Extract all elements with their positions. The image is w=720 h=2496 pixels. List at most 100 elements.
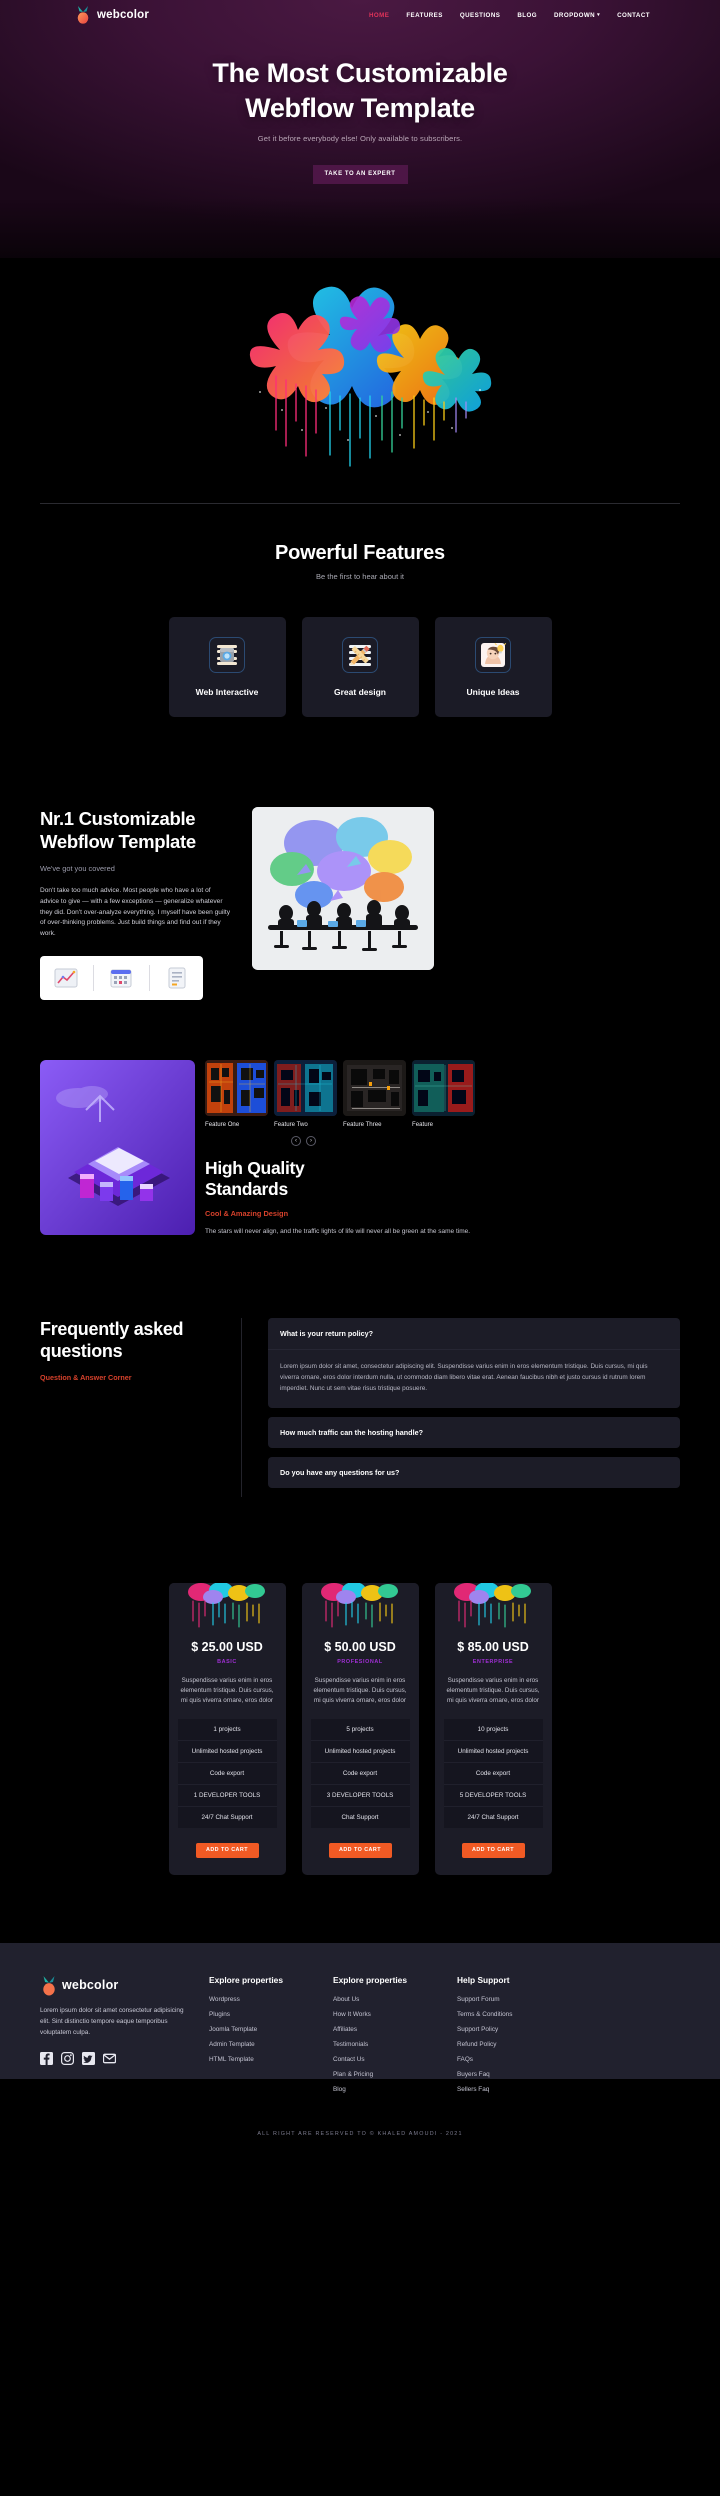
feature-card-web-interactive[interactable]: Web Interactive <box>168 617 286 717</box>
footer-link[interactable]: Refund Policy <box>457 2041 557 2048</box>
footer-column-title: Explore properties <box>333 1975 408 1986</box>
feature-tile[interactable]: Feature Two <box>274 1059 337 1128</box>
feature-tile-caption: Feature One <box>205 1120 240 1128</box>
feature-card-unique-ideas[interactable]: Unique Ideas <box>434 617 552 717</box>
footer-link[interactable]: Contact Us <box>333 2056 433 2063</box>
feature-tile[interactable]: Feature <box>412 1059 475 1128</box>
site-footer: webcolor Lorem ipsum dolor sit amet cons… <box>0 1943 720 2137</box>
twitter-icon[interactable] <box>82 2051 95 2065</box>
add-to-cart-button[interactable]: ADD TO CART <box>328 1843 392 1859</box>
price-feature-list: 10 projects Unlimited hosted projects Co… <box>443 1719 543 1829</box>
footer-link[interactable]: Joomla Template <box>209 2026 309 2033</box>
carousel-next-button[interactable]: › <box>306 1135 316 1146</box>
features-subtitle: Be the first to hear about it <box>316 572 404 581</box>
faq-heading-column: Frequently asked questions Question & An… <box>40 1318 215 1497</box>
circuit-board-teal-image <box>412 1059 475 1116</box>
hero-section: webcolor HOME FEATURES QUESTIONS BLOG DR… <box>0 0 720 258</box>
footer-link[interactable]: Support Forum <box>457 1996 557 2003</box>
price-feature: Code export <box>310 1763 410 1786</box>
faq-section: Frequently asked questions Question & An… <box>0 1237 720 1497</box>
footer-link[interactable]: Blog <box>333 2086 433 2093</box>
hero-splash-artwork <box>0 258 720 503</box>
feature-tile[interactable]: Feature One <box>205 1059 268 1128</box>
footer-description: Lorem ipsum dolor sit amet consectetur a… <box>40 2007 184 2036</box>
nav-link-questions[interactable]: QUESTIONS <box>460 12 501 19</box>
hero-cta-button[interactable]: TAKE TO AN EXPERT <box>312 165 408 185</box>
footer-link[interactable]: About Us <box>333 1996 433 2003</box>
brand[interactable]: webcolor <box>75 5 149 25</box>
price-feature: 24/7 Chat Support <box>443 1807 543 1829</box>
price-amount: $ 25.00 USD <box>191 1639 263 1654</box>
price-feature: Unlimited hosted projects <box>310 1741 410 1764</box>
footer-link[interactable]: Testimonials <box>333 2041 433 2048</box>
pricing-card-artwork <box>434 1582 552 1631</box>
footer-link[interactable]: HTML Template <box>209 2056 309 2063</box>
feature-cards: Web Interactive Great design Unique Idea… <box>0 617 720 717</box>
leaf-drop-logo-icon <box>40 1975 56 1996</box>
feature-tile[interactable]: Feature Three <box>343 1059 406 1128</box>
faq-question[interactable]: How much traffic can the hosting handle? <box>268 1417 680 1448</box>
hq-title-line1: High Quality <box>205 1157 305 1178</box>
footer-link[interactable]: Sellers Faq <box>457 2086 557 2093</box>
price-feature: 1 DEVELOPER TOOLS <box>177 1785 277 1808</box>
faq-question[interactable]: Do you have any questions for us? <box>268 1457 680 1488</box>
nr1-section: Nr.1 Customizable Webflow Template We've… <box>0 717 720 1000</box>
footer-link[interactable]: Plan & Pricing <box>333 2071 433 2078</box>
hq-body: The stars will never align, and the traf… <box>205 1228 471 1236</box>
pricing-cards: $ 25.00 USD BASIC Suspendisse varius eni… <box>0 1582 720 1876</box>
chart-thumb-icon[interactable] <box>53 965 79 991</box>
hero-subtitle: Get it before everybody else! Only avail… <box>257 134 463 144</box>
nav-link-home[interactable]: HOME <box>369 12 389 19</box>
pricing-card-basic: $ 25.00 USD BASIC Suspendisse varius eni… <box>168 1582 286 1876</box>
footer-link[interactable]: Buyers Faq <box>457 2071 557 2078</box>
footer-link[interactable]: How It Works <box>333 2011 433 2018</box>
nav-link-features[interactable]: FEATURES <box>406 12 443 19</box>
price-description: Suspendisse varius enim in eros elementu… <box>180 1676 274 1705</box>
price-feature: 5 DEVELOPER TOOLS <box>443 1785 543 1808</box>
footer-link[interactable]: Terms & Conditions <box>457 2011 557 2018</box>
document-thumb-icon[interactable] <box>164 965 190 991</box>
carousel-prev-button[interactable]: ‹ <box>291 1135 301 1146</box>
nav-link-contact[interactable]: CONTACT <box>617 12 650 19</box>
email-icon[interactable] <box>103 2052 116 2065</box>
feature-tile-caption: Feature Three <box>343 1120 382 1128</box>
leaf-drop-logo-icon <box>75 5 91 25</box>
hero-content: The Most Customizable Webflow Template G… <box>0 30 720 185</box>
calendar-thumb-icon[interactable] <box>108 965 134 991</box>
footer-link[interactable]: Wordpress <box>209 1996 309 2003</box>
faq-item[interactable]: What is your return policy? Lorem ipsum … <box>268 1317 680 1408</box>
price-feature-list: 1 projects Unlimited hosted projects Cod… <box>177 1719 277 1829</box>
footer-link[interactable]: Affiliates <box>333 2026 433 2033</box>
footer-link[interactable]: Plugins <box>209 2011 309 2018</box>
nr1-kicker: We've got you covered <box>40 864 115 874</box>
chevron-down-icon: ▾ <box>597 11 601 18</box>
price-feature-list: 5 projects Unlimited hosted projects Cod… <box>310 1719 410 1829</box>
nav-link-blog[interactable]: BLOG <box>517 12 537 19</box>
footer-link[interactable]: Support Policy <box>457 2026 557 2033</box>
instagram-icon[interactable] <box>61 2051 74 2065</box>
footer-link[interactable]: Admin Template <box>209 2041 309 2048</box>
features-section: Powerful Features Be the first to hear a… <box>0 504 720 717</box>
footer-brand[interactable]: webcolor <box>40 1975 185 1996</box>
hq-kicker: Cool & Amazing Design <box>205 1209 289 1219</box>
footer-link[interactable]: FAQs <box>457 2056 557 2063</box>
faq-title: Frequently asked questions <box>40 1318 215 1363</box>
thumb-divider <box>148 964 150 991</box>
chip-board-dark-image <box>343 1059 406 1116</box>
footer-brand-column: webcolor Lorem ipsum dolor sit amet cons… <box>40 1975 185 2101</box>
circuit-board-blue-image <box>274 1059 337 1116</box>
feature-card-label: Unique Ideas <box>466 687 520 697</box>
footer-column-explore-1: Explore properties Wordpress Plugins Joo… <box>209 1975 309 2101</box>
nav-link-dropdown[interactable]: DROPDOWN ▾ <box>554 12 600 19</box>
add-to-cart-button[interactable]: ADD TO CART <box>195 1843 259 1859</box>
hq-title-line2: Standards <box>205 1178 288 1199</box>
faq-question[interactable]: What is your return policy? <box>268 1318 680 1349</box>
feature-card-great-design[interactable]: Great design <box>301 617 419 717</box>
add-to-cart-button[interactable]: ADD TO CART <box>461 1843 525 1859</box>
faq-item[interactable]: Do you have any questions for us? <box>268 1456 680 1488</box>
high-quality-section: Feature One Feature Two Feature Three Fe… <box>0 999 720 1238</box>
facebook-icon[interactable] <box>40 2051 53 2065</box>
faq-item[interactable]: How much traffic can the hosting handle? <box>268 1416 680 1448</box>
footer-column-explore-2: Explore properties About Us How It Works… <box>333 1975 433 2101</box>
colorful-splash-icon <box>453 1582 531 1628</box>
